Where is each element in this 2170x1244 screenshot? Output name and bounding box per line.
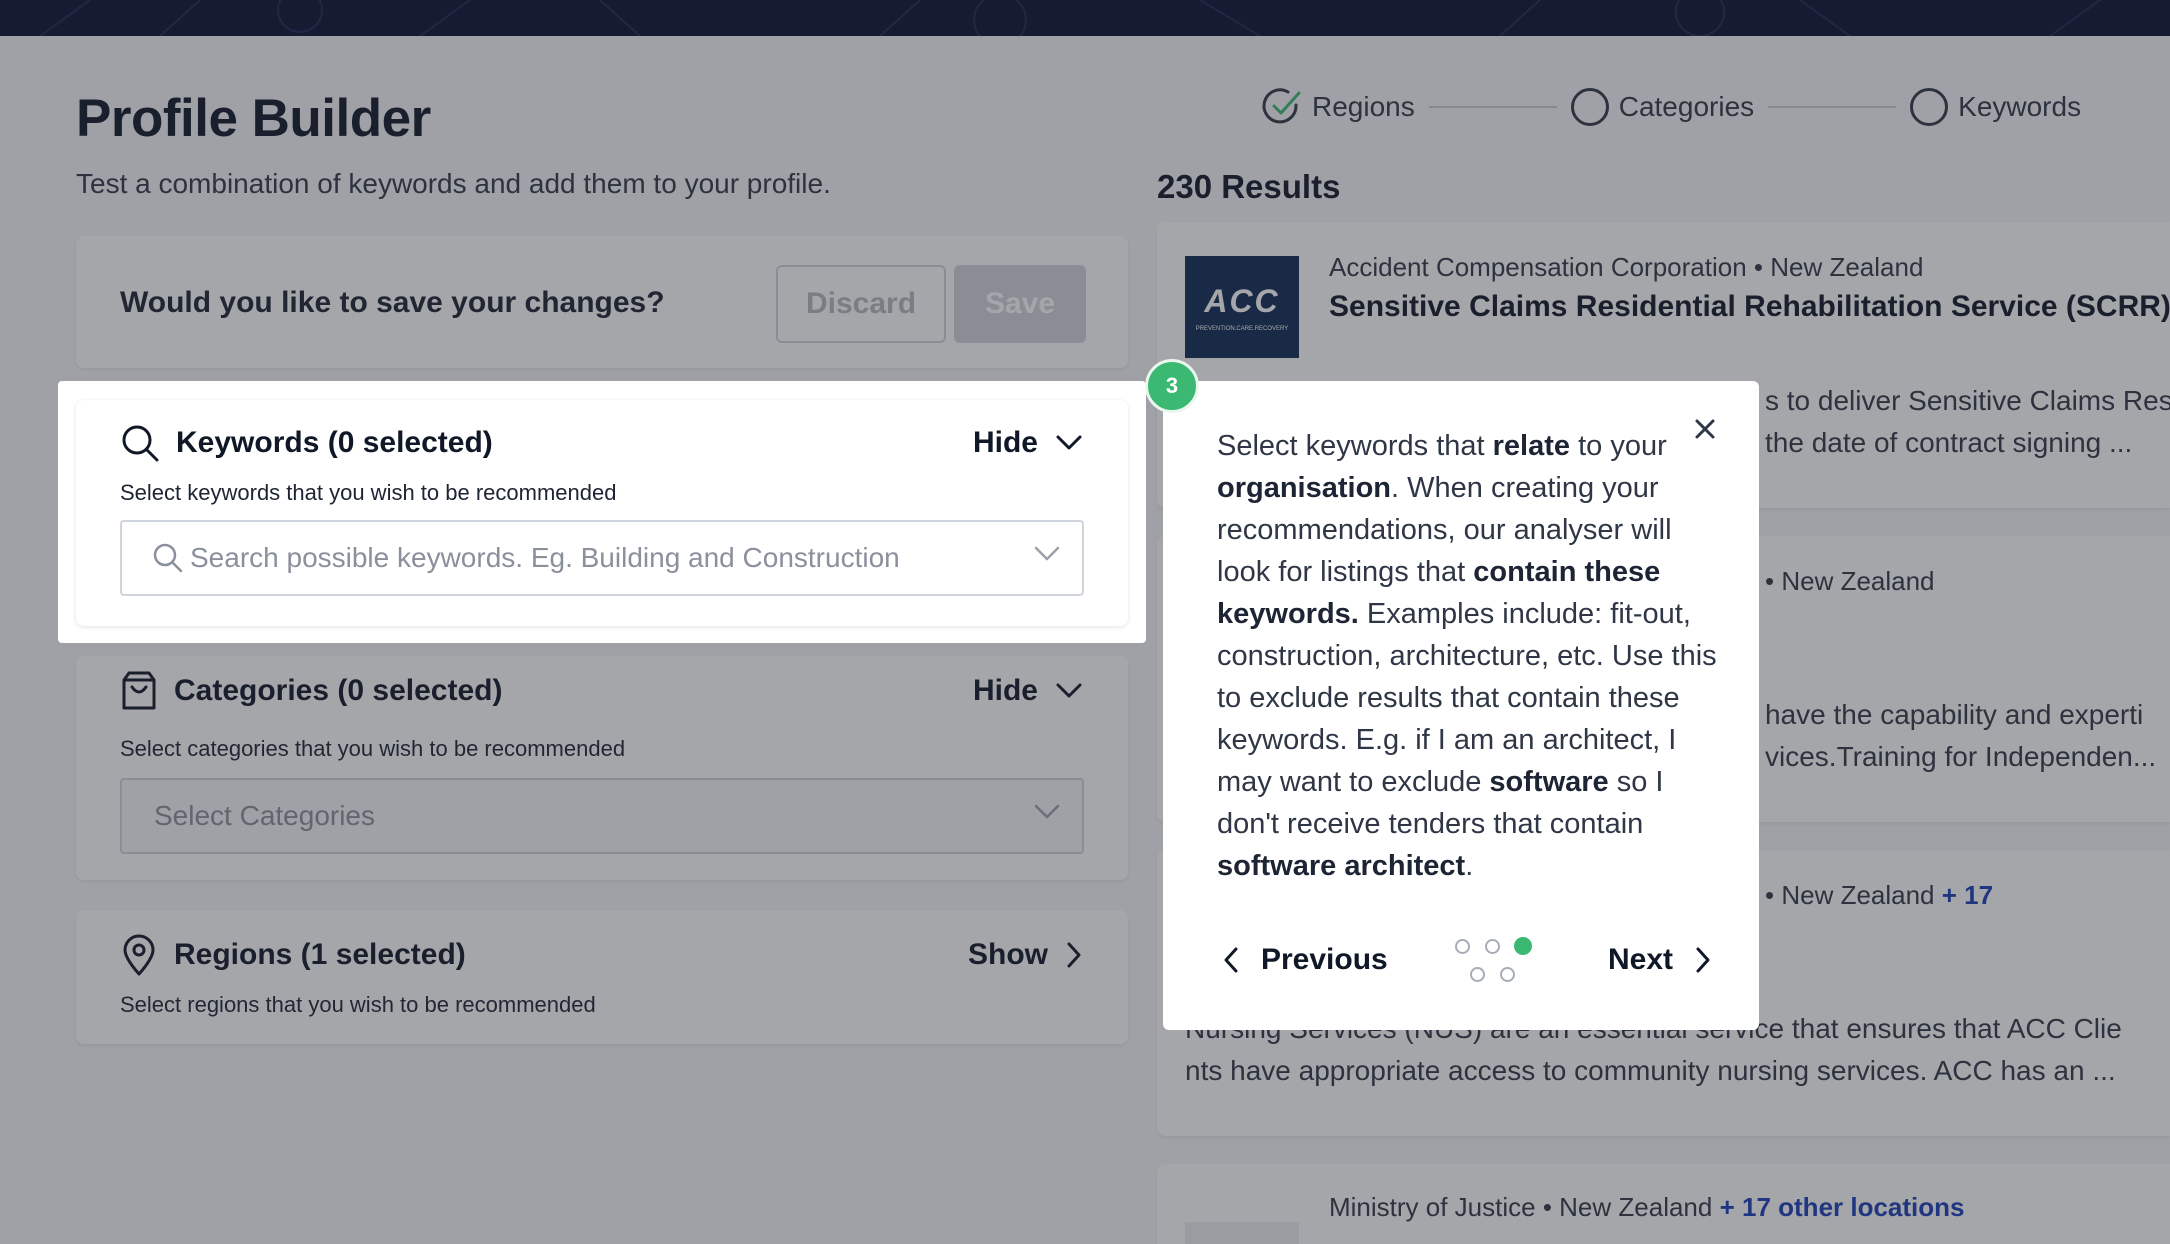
results-count: 230 Results [1157, 168, 1341, 205]
categories-title: Categories (0 selected) [174, 674, 503, 707]
result-snippet-line: s to deliver Sensitive Claims Res [1765, 385, 2170, 416]
regions-header: Regions (1 selected) [120, 920, 466, 990]
tour-navigation: Previous Next [1223, 925, 1711, 995]
tour-text-bold: software architect [1217, 850, 1466, 882]
categories-select[interactable]: Select Categories [120, 778, 1084, 854]
categories-hide-toggle[interactable]: Hide [973, 656, 1082, 726]
tour-text-bold: relate [1492, 430, 1571, 462]
regions-description: Select regions that you wish to be recom… [120, 992, 596, 1017]
step-regions[interactable]: Regions [1262, 87, 1415, 127]
tour-step-badge: 3 [1145, 359, 1199, 413]
tour-text-bold: software [1489, 766, 1609, 798]
previous-label: Previous [1261, 943, 1388, 976]
previous-button[interactable]: Previous [1223, 925, 1388, 995]
regions-title: Regions (1 selected) [174, 938, 466, 971]
shopping-bag-icon [122, 671, 156, 710]
keywords-toggle-label: Hide [972, 426, 1038, 459]
categories-header: Categories (0 selected) [120, 656, 502, 726]
tour-text-bold: organisation [1217, 472, 1392, 504]
result-snippet-line: vices.Training for Independen... [1765, 741, 2157, 772]
keyword-search-input[interactable]: Search possible keywords. Eg. Building a… [120, 520, 1084, 596]
empty-circle-icon [1910, 88, 1949, 126]
step-connector [1768, 106, 1897, 108]
next-label: Next [1607, 943, 1673, 976]
next-button[interactable]: Next [1608, 925, 1711, 995]
acc-logo-subtext: PREVENTION.CARE.RECOVERY [1195, 325, 1289, 332]
save-button[interactable]: Save [954, 265, 1086, 343]
search-icon [153, 543, 183, 573]
result-buyer: Ministry of Justice • New Zealand + 17 o… [1329, 1192, 1965, 1223]
save-question: Would you like to save your changes? [120, 286, 665, 319]
regions-show-toggle[interactable]: Show [968, 920, 1082, 990]
chevron-down-icon [1034, 546, 1060, 561]
chevron-right-icon [1696, 947, 1710, 973]
more-locations-link[interactable]: + 17 other locations [1720, 1192, 1965, 1222]
tour-description: Select keywords that relate to your orga… [1217, 425, 1717, 887]
result-title[interactable]: Sensitive Claims Residential Rehabilitat… [1329, 290, 2170, 324]
tour-dot-active[interactable] [1514, 937, 1532, 955]
chevron-down-icon [1056, 683, 1082, 698]
acc-logo: ACC PREVENTION.CARE.RECOVERY [1185, 256, 1299, 358]
result-buyer: • New Zealand [1765, 566, 1935, 596]
result-buyer: Accident Compensation Corporation • New … [1329, 252, 1924, 282]
result-buyer-text: • New Zealand [1765, 880, 1935, 910]
regions-toggle-label: Show [968, 938, 1048, 971]
ministry-logo [1185, 1222, 1299, 1244]
empty-circle-icon [1570, 88, 1609, 126]
step-categories-label: Categories [1618, 91, 1755, 122]
categories-placeholder: Select Categories [154, 800, 376, 831]
tour-text: Select keywords that [1217, 430, 1493, 462]
top-banner [0, 0, 2170, 36]
map-pin-icon [123, 934, 155, 976]
result-snippet-line: nts have appropriate access to community… [1185, 1055, 2116, 1086]
save-changes-card: Would you like to save your changes? Dis… [76, 236, 1128, 368]
search-icon [122, 425, 159, 462]
step-connector [1428, 106, 1557, 108]
categories-toggle-label: Hide [972, 674, 1038, 707]
result-buyer: • New Zealand + 17 [1765, 880, 1993, 911]
regions-card: Regions (1 selected) Show Select regions… [76, 910, 1128, 1044]
discard-button[interactable]: Discard [776, 265, 946, 343]
categories-card: Categories (0 selected) Hide Select cate… [76, 656, 1128, 880]
step-categories[interactable]: Categories [1570, 88, 1755, 126]
keywords-header: Keywords (0 selected) [120, 408, 493, 478]
tour-dot[interactable] [1470, 967, 1485, 982]
chevron-left-icon [1224, 947, 1238, 973]
page-subtitle: Test a combination of keywords and add t… [76, 168, 831, 199]
keyword-search-placeholder: Search possible keywords. Eg. Building a… [190, 542, 900, 573]
result-buyer-text: Ministry of Justice • New Zealand [1329, 1192, 1713, 1222]
tour-dot[interactable] [1500, 967, 1515, 982]
tour-text: . [1465, 850, 1474, 882]
result-snippet-line: the date of contract signing ... [1765, 427, 2133, 458]
check-circle-icon [1262, 88, 1301, 124]
result-snippet-line: have the capability and experti [1765, 699, 2144, 730]
acc-logo-text: ACC [1204, 282, 1280, 319]
step-regions-label: Regions [1312, 91, 1415, 122]
tour-dot[interactable] [1455, 939, 1470, 954]
step-keywords[interactable]: Keywords [1910, 88, 2081, 126]
tour-popover: Select keywords that relate to your orga… [1163, 381, 1759, 1030]
more-locations-link[interactable]: + 17 [1942, 880, 1993, 910]
tour-dot[interactable] [1485, 939, 1500, 954]
step-keywords-label: Keywords [1958, 91, 2082, 122]
chevron-down-icon [1034, 804, 1060, 819]
tour-text: to your [1570, 430, 1667, 462]
categories-description: Select categories that you wish to be re… [120, 736, 626, 761]
banner-pattern [39, 0, 2101, 36]
chevron-right-icon [1067, 942, 1081, 968]
tour-progress-dots [1453, 937, 1543, 989]
keywords-description: Select keywords that you wish to be reco… [120, 480, 617, 505]
progress-stepper: Regions Categories Keywords [1262, 86, 2081, 128]
keywords-title: Keywords (0 selected) [176, 426, 493, 459]
chevron-down-icon [1056, 435, 1082, 450]
keywords-card: Keywords (0 selected) Hide Select keywor… [76, 400, 1128, 626]
page-title: Profile Builder [76, 89, 431, 148]
keywords-hide-toggle[interactable]: Hide [973, 408, 1082, 478]
result-card[interactable]: Ministry of Justice • New Zealand + 17 o… [1157, 1164, 2170, 1244]
